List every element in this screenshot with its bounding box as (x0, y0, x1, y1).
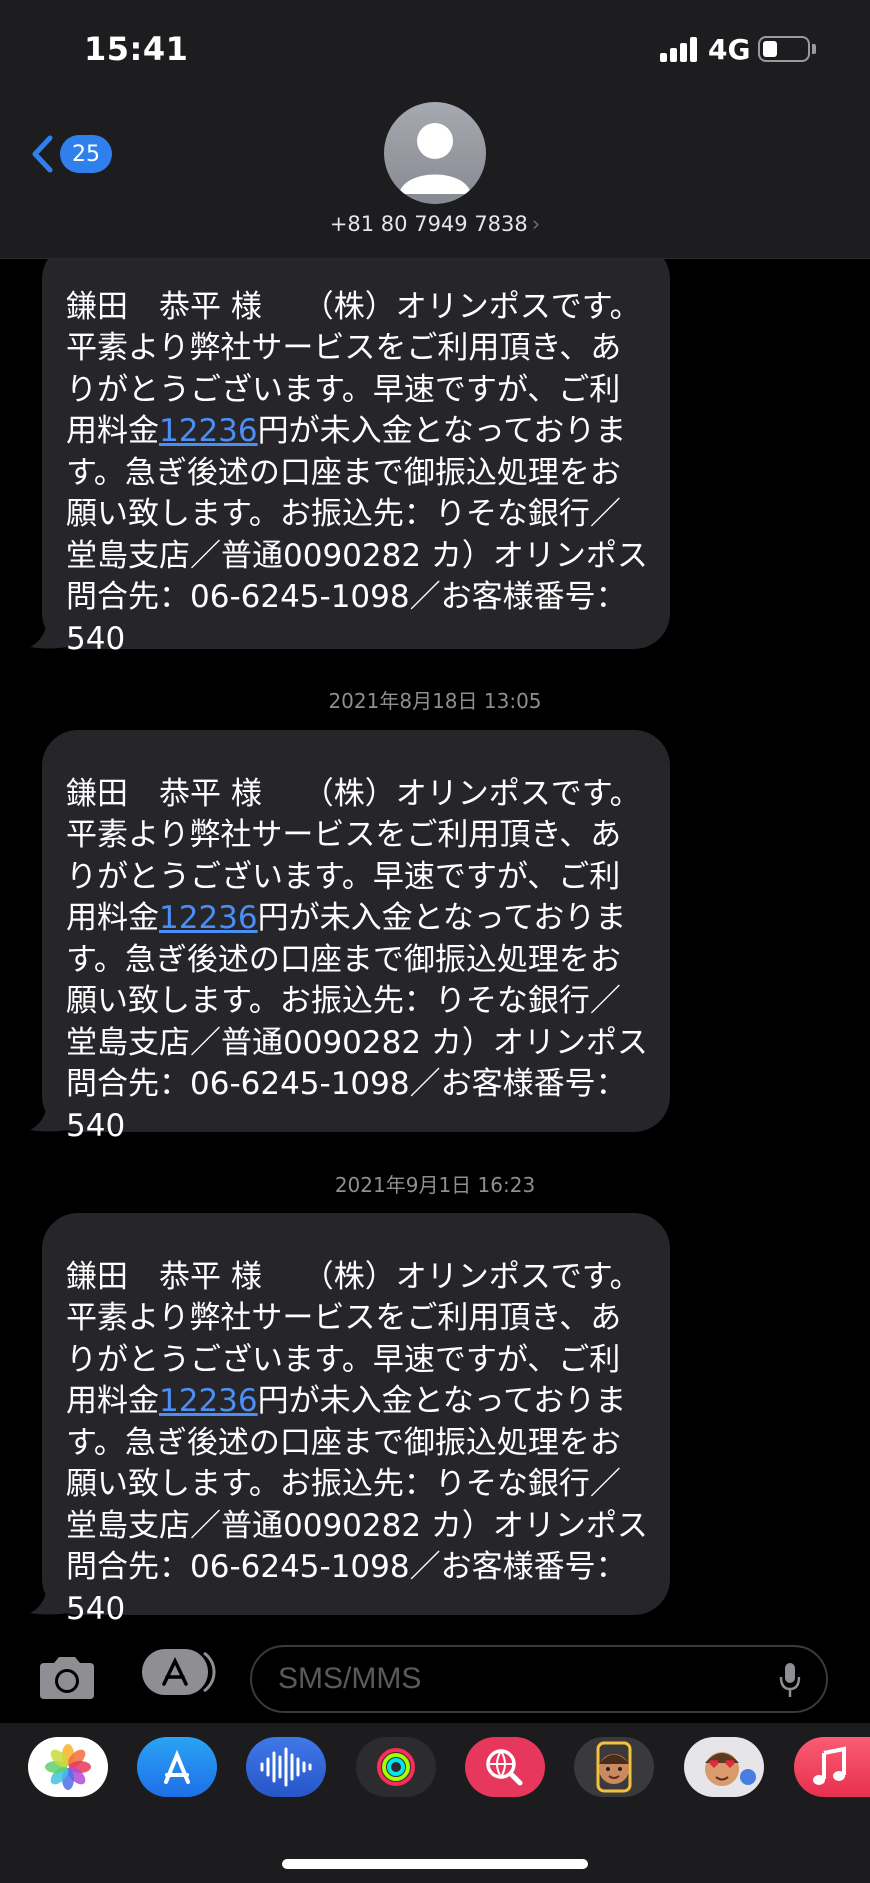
music-icon[interactable] (794, 1737, 870, 1797)
amount-link[interactable]: 12236 (159, 1383, 258, 1419)
person-icon (399, 123, 471, 194)
globe-search-glyph (486, 1749, 523, 1786)
memoji-icon[interactable] (574, 1737, 654, 1797)
back-button[interactable]: 25 (30, 130, 112, 178)
message-timestamp: 2021年8月18日 13:05 (328, 689, 542, 713)
home-indicator[interactable] (282, 1859, 588, 1869)
photos-flower-glyph (45, 1744, 91, 1790)
conversation-header: 25 +81 80 7949 7838 › (0, 100, 870, 259)
message-list[interactable]: 鎌田 恭平 様 （株）オリンポスです。平素より弊社サービスをご利用頂き、ありがと… (0, 259, 870, 1631)
memoji-heart-eyes-glyph (705, 1752, 756, 1786)
bubble-tail (30, 1577, 68, 1615)
bubble-tail (30, 1094, 68, 1132)
amount-link[interactable]: 12236 (159, 413, 258, 449)
camera-icon[interactable] (36, 1655, 98, 1701)
photos-icon[interactable] (28, 1737, 108, 1797)
input-bar (0, 1631, 870, 1723)
unread-count-badge: 25 (60, 135, 112, 173)
chevron-left-icon (32, 135, 53, 173)
contact-avatar[interactable] (384, 102, 486, 204)
battery-icon (758, 36, 810, 62)
bubble-tail (30, 611, 68, 649)
message-bubble[interactable]: 鎌田 恭平 様 （株）オリンポスです。平素より弊社サービスをご利用頂き、ありがと… (42, 1213, 670, 1627)
cellular-signal-icon (660, 36, 700, 62)
chevron-right-icon: › (531, 212, 541, 236)
activity-rings-glyph (377, 1748, 415, 1786)
amount-link[interactable]: 12236 (159, 900, 258, 936)
audio-waveform-icon[interactable] (246, 1737, 326, 1797)
music-note-glyph (813, 1746, 846, 1785)
message-bubble[interactable]: 鎌田 恭平 様 （株）オリンポスです。平素より弊社サービスをご利用頂き、ありがと… (42, 730, 670, 1144)
battery-cap (812, 44, 816, 54)
message-input[interactable] (250, 1645, 828, 1713)
network-type: 4G (708, 33, 751, 66)
message-text: 円が未入金となっております。急ぎ後述の口座まで御振込処理をお願い致します。お振込… (66, 900, 679, 1144)
fitness-activity-icon[interactable] (356, 1737, 436, 1797)
image-search-icon[interactable] (465, 1737, 545, 1797)
message-text: 円が未入金となっております。急ぎ後述の口座まで御振込処理をお願い致します。お振込… (66, 1383, 679, 1627)
message-timestamp: 2021年9月1日 16:23 (334, 1173, 536, 1197)
app-store-icon[interactable] (137, 1737, 217, 1797)
message-text: 円が未入金となっております。急ぎ後述の口座まで御振込処理をお願い致します。お振込… (66, 413, 679, 657)
status-bar: 15:41 4G (0, 0, 870, 100)
contact-number: +81 80 7949 7838 (329, 212, 528, 236)
memoji-face-glyph (596, 1741, 632, 1793)
app-store-icon[interactable] (142, 1647, 218, 1697)
status-time: 15:41 (84, 30, 189, 68)
app-store-glyph (164, 1749, 190, 1784)
imessage-app-drawer (0, 1723, 870, 1883)
microphone-icon[interactable] (778, 1661, 802, 1701)
memoji-stickers-icon[interactable] (684, 1737, 764, 1797)
message-bubble[interactable]: 鎌田 恭平 様 （株）オリンポスです。平素より弊社サービスをご利用頂き、ありがと… (42, 259, 670, 657)
waveform-glyph (260, 1747, 312, 1787)
contact-number-button[interactable]: +81 80 7949 7838 › (0, 212, 870, 236)
